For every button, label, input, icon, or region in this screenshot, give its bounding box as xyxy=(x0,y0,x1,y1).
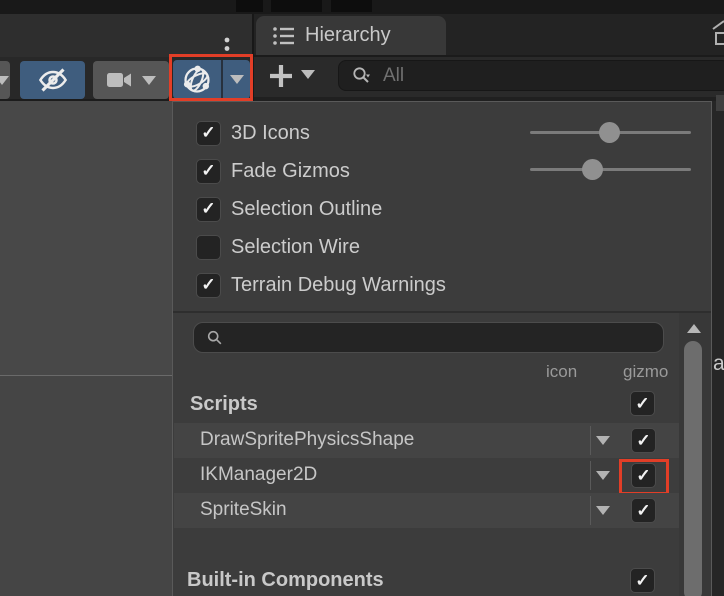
gizmo-row-spriteskin[interactable]: SpriteSkin ✓ xyxy=(174,493,679,528)
built-in-components-gizmo-checkbox[interactable]: ✓ xyxy=(630,568,655,593)
section-label: Scripts xyxy=(190,393,258,416)
annotation-box-gizmos-button xyxy=(169,54,253,101)
background-tab-fragment[interactable] xyxy=(236,0,263,12)
column-header-icon: icon xyxy=(546,362,577,382)
toggle-row-terrain-debug-warnings: ✓ Terrain Debug Warnings xyxy=(173,271,711,299)
window-lock-icon[interactable] xyxy=(712,20,724,48)
clipped-dropdown-button[interactable] xyxy=(0,61,10,99)
hierarchy-icon xyxy=(272,26,296,46)
search-icon xyxy=(206,329,224,347)
spriteskin-gizmo-checkbox[interactable]: ✓ xyxy=(631,498,656,523)
row-divider xyxy=(590,496,591,525)
selection-outline-checkbox[interactable]: ✓ xyxy=(196,197,221,222)
check-icon: ✓ xyxy=(635,394,649,414)
scripts-gizmo-checkbox[interactable]: ✓ xyxy=(630,391,655,416)
tab-label: Hierarchy xyxy=(305,24,391,47)
hierarchy-clipped-row-label: ar xyxy=(713,352,724,380)
toggle-label: 3D Icons xyxy=(231,122,310,145)
check-icon: ✓ xyxy=(636,431,650,451)
row-label: SpriteSkin xyxy=(200,499,287,521)
background-tab-fragment[interactable] xyxy=(331,0,372,12)
tab-hierarchy[interactable]: Hierarchy xyxy=(256,16,446,55)
column-header-gizmo: gizmo xyxy=(623,362,668,382)
icon-dropdown-chevron[interactable] xyxy=(596,506,610,515)
toggle-label: Selection Wire xyxy=(231,236,360,259)
eye-off-icon xyxy=(36,66,70,94)
toggle-row-selection-outline: ✓ Selection Outline xyxy=(173,195,711,223)
scene-view-canvas[interactable] xyxy=(0,101,172,596)
create-object-chevron-icon[interactable] xyxy=(301,70,315,79)
search-filter-icon[interactable] xyxy=(351,65,373,87)
chevron-down-icon xyxy=(142,76,156,85)
fade-gizmos-checkbox[interactable]: ✓ xyxy=(196,159,221,184)
terrain-debug-warnings-checkbox[interactable]: ✓ xyxy=(196,273,221,298)
toggle-row-selection-wire: Selection Wire xyxy=(173,233,711,261)
row-label: DrawSpritePhysicsShape xyxy=(200,429,414,451)
check-icon: ✓ xyxy=(636,501,650,521)
selection-wire-checkbox[interactable] xyxy=(196,235,221,260)
drawspritephysicsshape-gizmo-checkbox[interactable]: ✓ xyxy=(631,428,656,453)
row-label: IKManager2D xyxy=(200,464,317,486)
check-icon: ✓ xyxy=(201,161,215,181)
chevron-down-icon xyxy=(0,76,9,85)
toggle-row-fade-gizmos: ✓ Fade Gizmos xyxy=(173,157,711,185)
scene-window-header xyxy=(0,14,252,57)
icon-dropdown-chevron[interactable] xyxy=(596,436,610,445)
row-divider xyxy=(590,426,591,455)
section-label: Built-in Components xyxy=(187,569,384,592)
scene-visibility-toggle-button[interactable] xyxy=(20,61,85,99)
check-icon: ✓ xyxy=(201,275,215,295)
plus-icon xyxy=(266,61,296,91)
unity-editor-screenshot: Hierarchy xyxy=(0,0,724,596)
check-icon: ✓ xyxy=(635,571,649,591)
top-window-strip xyxy=(0,0,724,14)
fade-gizmos-slider-knob[interactable] xyxy=(582,159,603,180)
gizmos-dropdown-panel: ✓ 3D Icons ✓ Fade Gizmos ✓ Selection Out… xyxy=(172,101,712,596)
camera-icon xyxy=(106,69,134,91)
hierarchy-content-strip xyxy=(712,101,724,596)
scene-ground-area xyxy=(0,376,172,596)
panel-divider xyxy=(173,311,711,313)
check-icon: ✓ xyxy=(201,123,215,143)
camera-settings-button[interactable] xyxy=(93,61,169,99)
gizmo-row-drawspritephysicsshape[interactable]: DrawSpritePhysicsShape ✓ xyxy=(174,423,679,458)
check-icon: ✓ xyxy=(201,199,215,219)
section-scripts: Scripts ✓ xyxy=(173,389,679,424)
toggle-label: Selection Outline xyxy=(231,198,382,221)
3d-icons-checkbox[interactable]: ✓ xyxy=(196,121,221,146)
section-built-in-components: Built-in Components ✓ xyxy=(173,561,679,596)
popup-scrollbar-thumb[interactable] xyxy=(684,341,702,596)
annotation-box-ikmanager2d-checkbox xyxy=(619,459,669,495)
3d-icons-slider-knob[interactable] xyxy=(599,122,620,143)
hierarchy-search-field[interactable]: All xyxy=(338,60,724,91)
fade-gizmos-slider-track[interactable] xyxy=(530,168,691,171)
toggle-label: Terrain Debug Warnings xyxy=(231,274,446,297)
gizmo-row-ikmanager2d[interactable]: IKManager2D ✓ xyxy=(174,458,679,493)
icon-dropdown-chevron[interactable] xyxy=(596,471,610,480)
background-tab-fragment[interactable] xyxy=(271,0,322,12)
row-divider xyxy=(590,461,591,490)
create-object-button[interactable] xyxy=(264,59,298,93)
hierarchy-content-fragment xyxy=(716,95,724,111)
toggle-label: Fade Gizmos xyxy=(231,160,350,183)
scrollbar-up-arrow[interactable] xyxy=(687,324,701,333)
hierarchy-search-value: All xyxy=(383,65,404,87)
gizmos-search-field[interactable] xyxy=(193,322,664,353)
